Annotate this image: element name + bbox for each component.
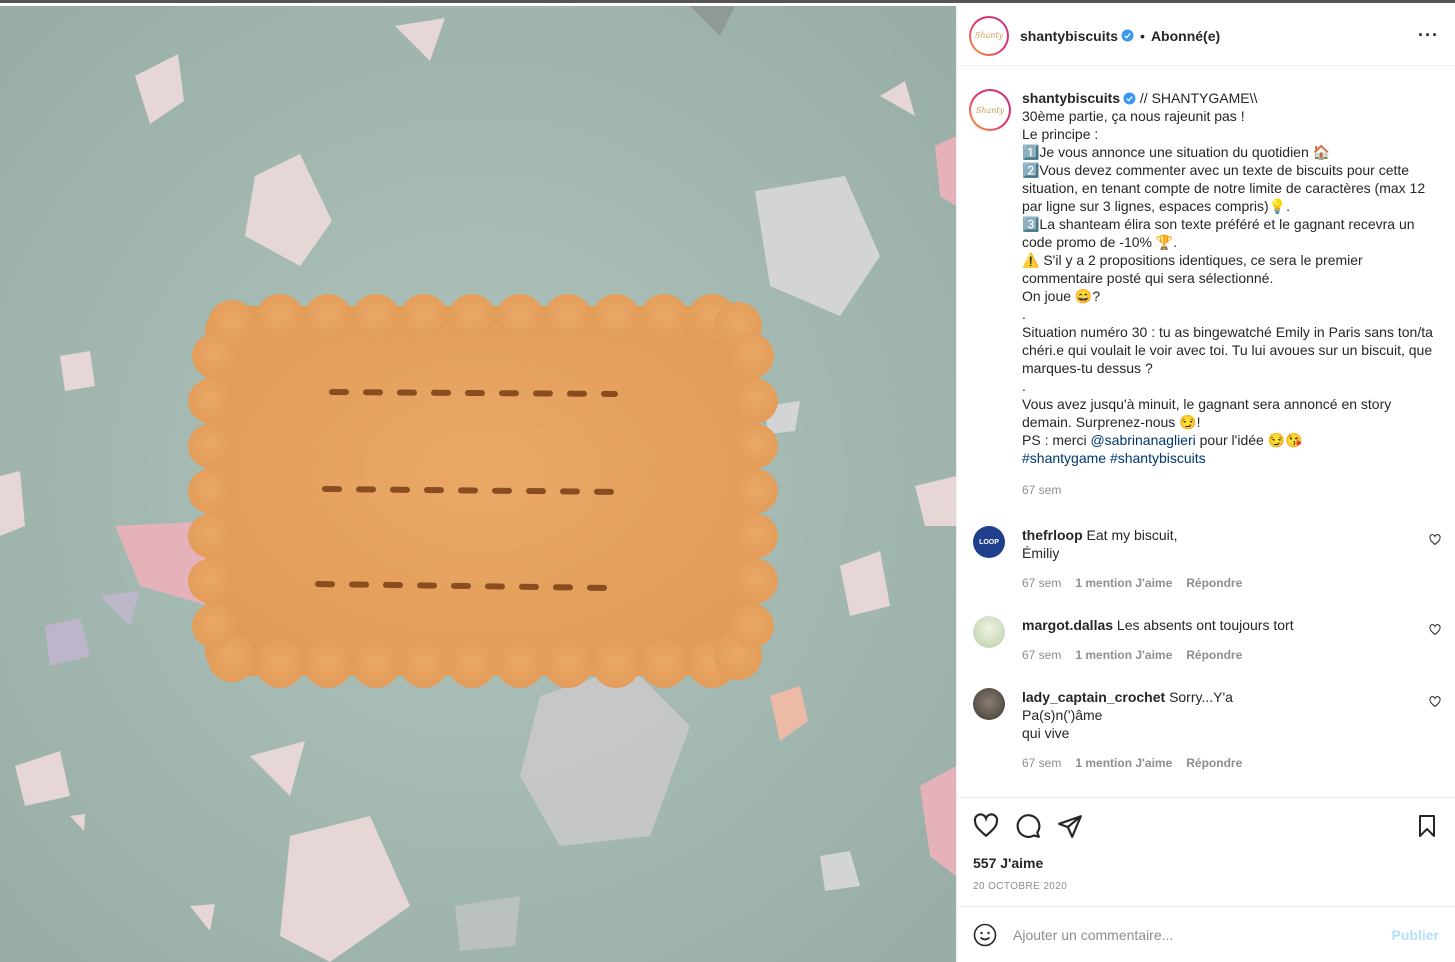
- comment-text: Les absents ont toujours tort: [1116, 617, 1294, 633]
- like-comment-icon[interactable]: [1429, 696, 1441, 708]
- separator-dot: •: [1140, 27, 1145, 44]
- comment-likes[interactable]: 1 mention J'aime: [1075, 646, 1172, 664]
- shanty-logo: Shanty: [973, 19, 1005, 52]
- verified-badge-icon: [1123, 92, 1136, 105]
- comment-body: margot.dallas Les absents ont toujours t…: [1022, 616, 1412, 664]
- mention-link[interactable]: @sabrinanaglieri: [1090, 432, 1195, 448]
- caption-line: Vous avez jusqu'à minuit, le gagnant ser…: [1022, 396, 1396, 430]
- save-bookmark-icon[interactable]: [1415, 813, 1439, 839]
- comment-age[interactable]: 67 sem: [1022, 754, 1061, 772]
- emoji-icon[interactable]: [973, 923, 997, 947]
- comment-body: lady_captain_crochet Sorry...Y'a Pa(s)n(…: [1022, 688, 1412, 772]
- ps-prefix: PS : merci: [1022, 432, 1091, 448]
- caption-line: 1️⃣Je vous annonce une situation du quot…: [1022, 144, 1331, 160]
- caption-author-avatar[interactable]: Shanty: [969, 89, 1011, 131]
- comment-input[interactable]: Ajouter un commentaire...: [1013, 927, 1392, 943]
- caption-author-username[interactable]: shantybiscuits: [1022, 90, 1120, 106]
- share-paper-plane-icon[interactable]: [1057, 813, 1083, 839]
- comments-scroll[interactable]: Shanty shantybiscuits // SHANTYGAME\\ 30…: [957, 67, 1455, 797]
- post-photo[interactable]: [0, 6, 956, 962]
- reply-button[interactable]: Répondre: [1186, 646, 1242, 664]
- caption-ps: PS : merci @sabrinanaglieri pour l'idée …: [1022, 431, 1437, 449]
- comment-meta: 67 sem 1 mention J'aime Répondre: [1022, 646, 1412, 664]
- comment-age[interactable]: 67 sem: [1022, 646, 1061, 664]
- caption-line: ⚠️ S'il y a 2 propositions identiques, c…: [1022, 252, 1367, 286]
- comment-bubble-icon[interactable]: [1015, 813, 1041, 839]
- caption-line: On joue 😄?: [1022, 288, 1101, 304]
- post-date[interactable]: 20 OCTOBRE 2020: [973, 881, 1439, 892]
- caption-line: Le principe :: [1022, 126, 1099, 142]
- comment-likes[interactable]: 1 mention J'aime: [1075, 574, 1172, 592]
- comment-item: margot.dallas Les absents ont toujours t…: [957, 616, 1455, 664]
- caption-line: 2️⃣Vous devez commenter avec un texte de…: [1022, 162, 1429, 214]
- like-heart-icon[interactable]: [973, 813, 999, 839]
- like-comment-icon[interactable]: [1429, 534, 1441, 546]
- biscuit-image: [0, 6, 956, 962]
- more-options-icon[interactable]: ···: [1418, 25, 1439, 46]
- likes-count[interactable]: 557 J'aime: [973, 855, 1439, 871]
- caption-line: .: [1022, 306, 1026, 322]
- caption-line: 30ème partie, ça nous rajeunit pas !: [1022, 108, 1245, 124]
- comment-meta: 67 sem 1 mention J'aime Répondre: [1022, 574, 1412, 592]
- loop-logo: LOOP: [979, 538, 999, 546]
- comment-body: thefrloop Eat my biscuit, Émiliy 67 sem …: [1022, 526, 1412, 592]
- post-actions: 557 J'aime 20 OCTOBRE 2020: [957, 797, 1455, 909]
- ps-suffix: pour l'idée 😏😘: [1195, 432, 1303, 448]
- caption-line: 3️⃣La shanteam élira son texte préféré e…: [1022, 216, 1419, 250]
- commenter-avatar[interactable]: LOOP: [973, 526, 1005, 558]
- caption-line: // SHANTYGAME\\: [1139, 90, 1258, 106]
- commenter-username[interactable]: thefrloop: [1022, 527, 1083, 543]
- follow-status-button[interactable]: Abonné(e): [1151, 28, 1220, 44]
- comment-item: lady_captain_crochet Sorry...Y'a Pa(s)n(…: [957, 688, 1455, 772]
- post-caption: Shanty shantybiscuits // SHANTYGAME\\ 30…: [957, 67, 1455, 499]
- commenter-username[interactable]: margot.dallas: [1022, 617, 1113, 633]
- commenter-avatar[interactable]: [973, 688, 1005, 720]
- verified-badge-icon: [1121, 29, 1134, 42]
- shanty-logo: Shanty: [973, 93, 1007, 127]
- comment-likes[interactable]: 1 mention J'aime: [1075, 754, 1172, 772]
- comment-age[interactable]: 67 sem: [1022, 574, 1061, 592]
- instagram-post-modal: Shanty shantybiscuits • Abonné(e) ··· Sh…: [0, 0, 1455, 962]
- commenter-username[interactable]: lady_captain_crochet: [1022, 689, 1165, 705]
- action-icons: [973, 812, 1439, 840]
- caption-line: Situation numéro 30 : tu as bingewatché …: [1022, 324, 1437, 376]
- author-avatar[interactable]: Shanty: [969, 15, 1009, 56]
- post-sidebar: Shanty shantybiscuits • Abonné(e) ··· Sh…: [956, 6, 1455, 962]
- author-username[interactable]: shantybiscuits: [1020, 28, 1118, 44]
- comment-item: LOOP thefrloop Eat my biscuit, Émiliy 67…: [957, 526, 1455, 592]
- commenter-avatar[interactable]: [973, 616, 1005, 648]
- biscuit: [188, 294, 778, 688]
- publish-button[interactable]: Publier: [1392, 927, 1439, 943]
- caption-line: .: [1022, 378, 1026, 394]
- post-header: Shanty shantybiscuits • Abonné(e) ···: [957, 6, 1455, 66]
- add-comment-bar: Ajouter un commentaire... Publier: [957, 906, 1455, 962]
- caption-text: shantybiscuits // SHANTYGAME\\ 30ème par…: [1022, 89, 1437, 499]
- reply-button[interactable]: Répondre: [1186, 574, 1242, 592]
- caption-age[interactable]: 67 sem: [1022, 481, 1437, 499]
- like-comment-icon[interactable]: [1429, 624, 1441, 636]
- hashtags-link[interactable]: #shantygame #shantybiscuits: [1022, 449, 1437, 467]
- comment-meta: 67 sem 1 mention J'aime Répondre: [1022, 754, 1412, 772]
- reply-button[interactable]: Répondre: [1186, 754, 1242, 772]
